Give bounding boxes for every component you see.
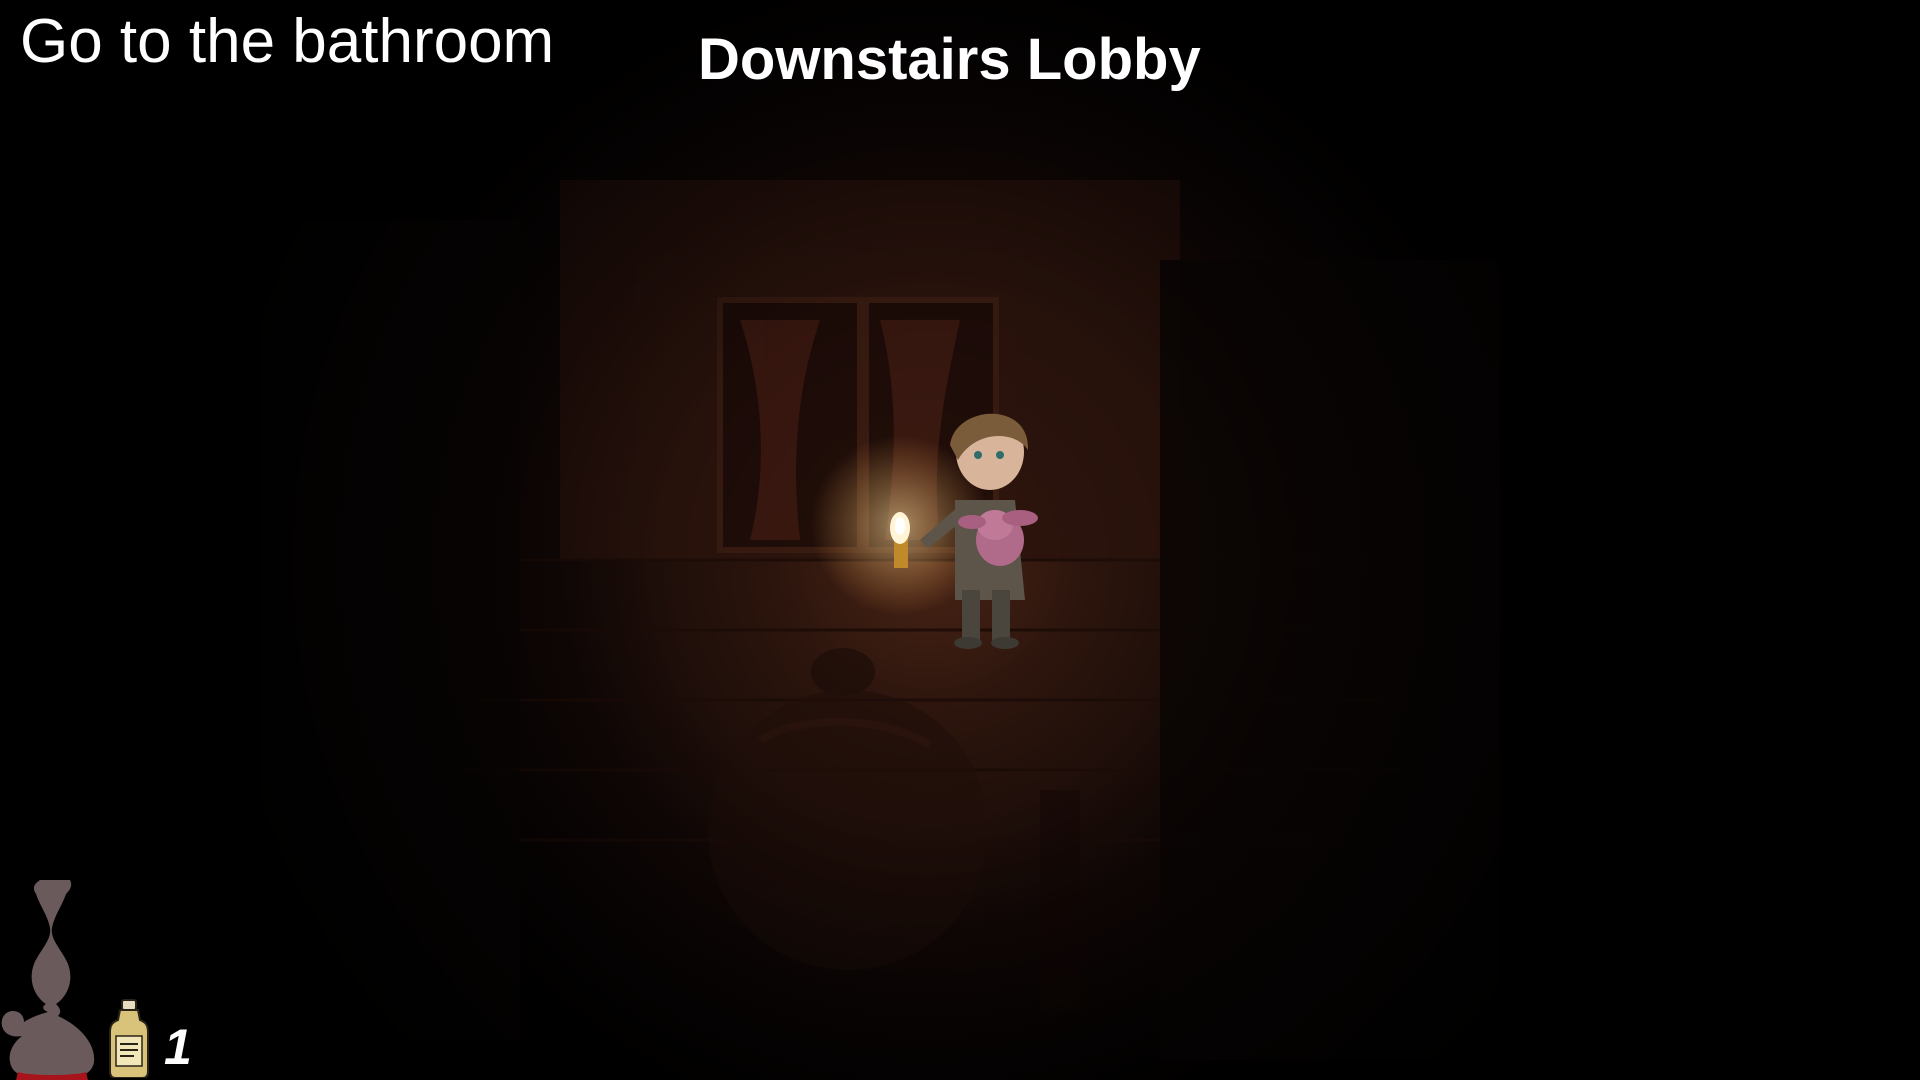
vignette [0, 0, 1920, 1080]
objective-text: Go to the bathroom [20, 7, 555, 76]
game-scene [0, 0, 1920, 1080]
oil-lamp-icon [1, 880, 95, 1080]
lamp-oil-bottle-icon [109, 999, 149, 1078]
location-title: Downstairs Lobby [698, 27, 1201, 92]
oil-count: 1 [164, 1019, 192, 1075]
game-viewport[interactable]: Go to the bathroom Downstairs Lobby 1 [0, 0, 1920, 1080]
